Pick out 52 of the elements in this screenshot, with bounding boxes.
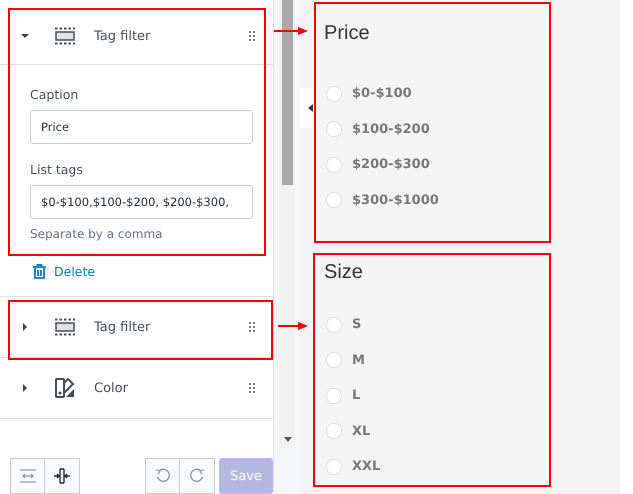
redo-icon xyxy=(189,468,206,484)
caret-icon xyxy=(308,104,313,112)
option-label[interactable]: S xyxy=(352,317,362,332)
field-label: Caption xyxy=(30,87,80,102)
option-label[interactable]: $200-$300 xyxy=(352,157,430,172)
input-field[interactable]: $0-$100,$100-$200, $200-$300, xyxy=(30,185,253,219)
arrow-icon xyxy=(274,27,308,35)
undo-icon xyxy=(154,468,171,484)
radio-button[interactable] xyxy=(326,458,342,475)
drag-handle-icon[interactable] xyxy=(249,383,255,393)
filter-heading: Size xyxy=(324,261,364,284)
option-label[interactable]: $300-$1000 xyxy=(352,192,439,208)
section-title[interactable]: Tag filter xyxy=(94,320,241,334)
field-label: List tags xyxy=(30,162,84,177)
radio-button[interactable] xyxy=(326,121,342,138)
undo-button[interactable] xyxy=(145,458,180,494)
option-label[interactable]: XXL xyxy=(352,459,380,474)
collapse-button[interactable] xyxy=(45,458,80,494)
option-label[interactable]: XL xyxy=(352,424,370,439)
section-title[interactable]: Color xyxy=(94,380,241,396)
scrollbar[interactable] xyxy=(280,0,294,448)
collapse-tab[interactable] xyxy=(300,88,314,128)
collapse-icon xyxy=(53,468,71,484)
radio-button[interactable] xyxy=(326,156,342,173)
scroll-down-icon[interactable] xyxy=(284,437,292,442)
section-title[interactable]: Tag filter xyxy=(94,28,241,44)
radio-button[interactable] xyxy=(326,192,342,208)
redo-button[interactable] xyxy=(180,458,216,494)
dashed-rectangle-icon xyxy=(54,318,76,336)
paint-swatch-icon xyxy=(54,377,76,399)
radio-button[interactable] xyxy=(326,388,342,404)
expand-icon xyxy=(18,469,36,483)
option-label[interactable]: L xyxy=(352,388,360,404)
dashed-rectangle-icon xyxy=(54,27,76,45)
caret-icon[interactable] xyxy=(20,322,30,332)
delete-link[interactable]: Delete xyxy=(54,264,96,279)
caret-icon[interactable] xyxy=(20,31,30,41)
caret-icon[interactable] xyxy=(20,383,30,393)
option-label[interactable]: $0-$100 xyxy=(352,86,412,102)
radio-button[interactable] xyxy=(326,316,342,333)
radio-button[interactable] xyxy=(326,352,342,368)
radio-button[interactable] xyxy=(326,423,342,440)
input-field[interactable]: Price xyxy=(30,110,253,144)
drag-handle-icon[interactable] xyxy=(249,31,255,41)
arrow-icon xyxy=(278,322,308,330)
drag-handle-icon[interactable] xyxy=(249,322,255,332)
option-label[interactable]: $100-$200 xyxy=(352,122,430,137)
trash-icon[interactable] xyxy=(33,264,46,279)
option-label[interactable]: M xyxy=(352,352,365,368)
help-text: Separate by a comma xyxy=(30,227,164,242)
radio-button[interactable] xyxy=(326,86,342,102)
filter-heading: Price xyxy=(324,22,371,45)
